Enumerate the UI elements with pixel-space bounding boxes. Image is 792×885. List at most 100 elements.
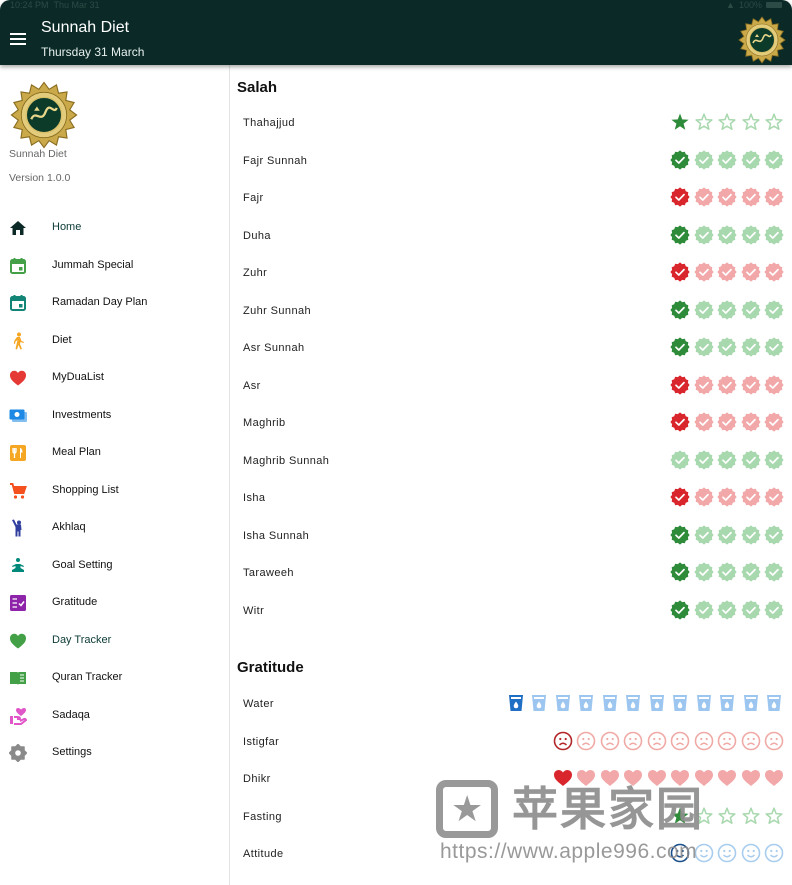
check-badge-icon[interactable]: [717, 524, 737, 545]
heart-icon[interactable]: [717, 768, 737, 788]
water-cup-icon[interactable]: [694, 693, 714, 713]
check-badge-icon[interactable]: [717, 262, 737, 282]
rating-bar-asr-sunnah[interactable]: [670, 337, 784, 357]
check-badge-icon[interactable]: [717, 149, 737, 170]
heart-icon[interactable]: [694, 768, 714, 788]
rating-bar-duha[interactable]: [670, 224, 784, 245]
check-badge-icon[interactable]: [764, 149, 784, 170]
check-badge-icon-selected[interactable]: [670, 187, 690, 207]
rating-bar-attitude[interactable]: [670, 843, 784, 863]
rating-bar-witr[interactable]: [670, 599, 784, 620]
check-badge-icon-selected[interactable]: [670, 599, 690, 620]
check-badge-icon[interactable]: [693, 262, 714, 282]
nav-item-home[interactable]: Home: [0, 211, 229, 245]
check-badge-icon-selected[interactable]: [670, 299, 690, 320]
check-badge-icon-selected[interactable]: [670, 337, 690, 357]
check-badge-icon[interactable]: [764, 224, 784, 245]
check-badge-icon[interactable]: [693, 562, 714, 582]
sad-face-icon[interactable]: [576, 731, 596, 751]
water-cup-icon[interactable]: [600, 693, 620, 713]
check-badge-icon[interactable]: [670, 449, 690, 470]
check-badge-icon[interactable]: [693, 224, 714, 245]
nav-item-gratitude[interactable]: Gratitude: [0, 586, 229, 620]
rating-bar-isha-sunnah[interactable]: [670, 524, 784, 545]
check-badge-icon[interactable]: [717, 374, 737, 395]
star-icon[interactable]: [764, 112, 784, 132]
nav-item-mydualist[interactable]: MyDuaList: [0, 361, 229, 395]
check-badge-icon[interactable]: [740, 149, 761, 170]
rating-bar-fajr-sunnah[interactable]: [670, 149, 784, 170]
check-badge-icon[interactable]: [693, 337, 714, 357]
check-badge-icon-selected[interactable]: [670, 524, 690, 545]
star-icon-selected[interactable]: [670, 806, 690, 826]
smiley-face-icon[interactable]: [764, 843, 784, 863]
nav-item-diet[interactable]: Diet: [0, 324, 229, 358]
check-badge-icon[interactable]: [740, 599, 761, 620]
sad-face-icon[interactable]: [623, 731, 643, 751]
rating-bar-taraweeh[interactable]: [670, 562, 784, 582]
star-icon[interactable]: [717, 112, 737, 132]
heart-icon[interactable]: [576, 768, 596, 788]
check-badge-icon[interactable]: [764, 487, 784, 507]
sad-face-icon[interactable]: [764, 731, 784, 751]
check-badge-icon[interactable]: [717, 412, 737, 432]
check-badge-icon[interactable]: [717, 299, 737, 320]
nav-item-settings[interactable]: Settings: [0, 736, 229, 770]
check-badge-icon[interactable]: [717, 562, 737, 582]
check-badge-icon[interactable]: [740, 224, 761, 245]
rating-bar-fajr[interactable]: [670, 187, 784, 207]
check-badge-icon[interactable]: [764, 599, 784, 620]
nav-item-goal-setting[interactable]: Goal Setting: [0, 549, 229, 583]
rating-bar-fasting[interactable]: [670, 806, 784, 826]
rating-bar-asr[interactable]: [670, 374, 784, 395]
sad-face-icon[interactable]: [741, 731, 761, 751]
water-cup-icon[interactable]: [670, 693, 690, 713]
check-badge-icon[interactable]: [693, 487, 714, 507]
check-badge-icon[interactable]: [740, 412, 761, 432]
sad-face-icon[interactable]: [717, 731, 737, 751]
nav-item-investments[interactable]: Investments: [0, 399, 229, 433]
nav-item-quran-tracker[interactable]: Quran Tracker: [0, 661, 229, 695]
star-icon[interactable]: [694, 806, 714, 826]
heart-icon-selected[interactable]: [553, 768, 573, 788]
rating-bar-isha[interactable]: [670, 487, 784, 507]
check-badge-icon[interactable]: [764, 299, 784, 320]
check-badge-icon[interactable]: [693, 149, 714, 170]
check-badge-icon[interactable]: [693, 187, 714, 207]
rating-bar-dhikr[interactable]: [553, 768, 785, 788]
check-badge-icon[interactable]: [693, 299, 714, 320]
check-badge-icon-selected[interactable]: [670, 412, 690, 432]
day-tracker-content[interactable]: Salah Thahajjud Fajr Sunnah Fajr Duha Zuhr Zu…: [231, 65, 792, 885]
check-badge-icon[interactable]: [693, 412, 714, 432]
nav-item-day-tracker[interactable]: Day Tracker: [0, 624, 229, 658]
water-cup-icon[interactable]: [623, 693, 643, 713]
star-icon[interactable]: [741, 112, 761, 132]
sad-face-icon-selected[interactable]: [553, 731, 573, 751]
sad-face-icon[interactable]: [647, 731, 667, 751]
rating-bar-maghrib[interactable]: [670, 412, 784, 432]
check-badge-icon[interactable]: [693, 374, 714, 395]
check-badge-icon[interactable]: [740, 449, 761, 470]
rating-bar-thahajjud[interactable]: [670, 112, 784, 132]
star-icon[interactable]: [741, 806, 761, 826]
heart-icon[interactable]: [764, 768, 784, 788]
water-cup-icon[interactable]: [741, 693, 761, 713]
nav-item-ramadan-day-plan[interactable]: Ramadan Day Plan: [0, 286, 229, 320]
check-badge-icon-selected[interactable]: [670, 487, 690, 507]
check-badge-icon[interactable]: [717, 337, 737, 357]
smiley-face-icon[interactable]: [741, 843, 761, 863]
check-badge-icon[interactable]: [740, 337, 761, 357]
water-cup-icon[interactable]: [717, 693, 737, 713]
check-badge-icon-selected[interactable]: [670, 562, 690, 582]
smiley-face-icon[interactable]: [694, 843, 714, 863]
check-badge-icon[interactable]: [740, 374, 761, 395]
smiley-face-icon-selected[interactable]: [670, 843, 690, 863]
check-badge-icon[interactable]: [717, 187, 737, 207]
check-badge-icon[interactable]: [764, 187, 784, 207]
check-badge-icon[interactable]: [693, 599, 714, 620]
check-badge-icon[interactable]: [764, 412, 784, 432]
nav-item-akhlaq[interactable]: Akhlaq: [0, 511, 229, 545]
check-badge-icon[interactable]: [764, 262, 784, 282]
check-badge-icon[interactable]: [717, 224, 737, 245]
rating-bar-water[interactable]: [506, 693, 785, 713]
